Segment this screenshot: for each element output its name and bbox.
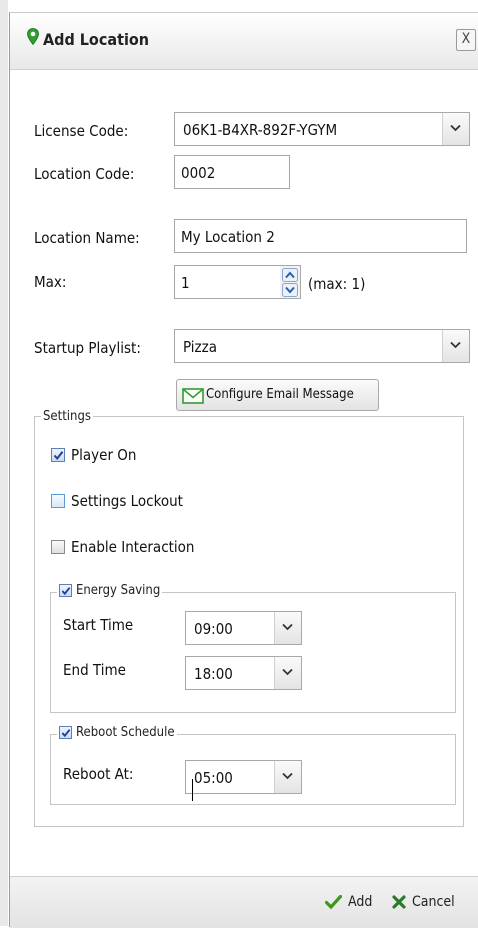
add-button[interactable]: Add bbox=[325, 894, 372, 910]
settings-legend: Settings bbox=[43, 409, 91, 424]
location-name-label: Location Name: bbox=[34, 229, 140, 247]
start-time-combo[interactable]: 09:00 bbox=[185, 611, 302, 645]
spinner-down-icon[interactable] bbox=[282, 283, 298, 297]
startup-playlist-label: Startup Playlist: bbox=[34, 339, 141, 357]
chevron-down-icon[interactable] bbox=[442, 113, 469, 145]
max-label: Max: bbox=[34, 273, 67, 291]
start-time-value: 09:00 bbox=[194, 620, 233, 638]
checkbox-checked-icon[interactable] bbox=[51, 448, 65, 462]
location-code-input[interactable]: 0002 bbox=[174, 155, 290, 189]
license-code-value: 06K1-B4XR-892F-YGYM bbox=[183, 121, 338, 139]
reboot-at-value: 05:00 bbox=[194, 769, 233, 787]
license-code-combo[interactable]: 06K1-B4XR-892F-YGYM bbox=[174, 112, 470, 146]
end-time-value: 18:00 bbox=[194, 665, 233, 683]
configure-email-button[interactable]: Configure Email Message bbox=[176, 379, 379, 411]
max-spinner-input[interactable]: 1 bbox=[174, 265, 301, 299]
location-code-label: Location Code: bbox=[34, 165, 135, 183]
max-value: 1 bbox=[181, 274, 190, 292]
player-on-label: Player On bbox=[71, 446, 137, 464]
energy-saving-label: Energy Saving bbox=[76, 583, 161, 598]
startup-playlist-value: Pizza bbox=[183, 338, 217, 356]
energy-saving-legend[interactable]: Energy Saving bbox=[57, 583, 162, 601]
energy-saving-checkbox[interactable] bbox=[59, 584, 72, 597]
spinner-up-icon[interactable] bbox=[282, 268, 298, 282]
x-icon bbox=[392, 895, 406, 909]
add-location-dialog: Add Location X License Code: 06K1-B4XR-8… bbox=[9, 12, 478, 928]
chevron-down-icon[interactable] bbox=[274, 761, 301, 793]
location-name-value: My Location 2 bbox=[181, 228, 275, 246]
end-time-combo[interactable]: 18:00 bbox=[185, 656, 302, 690]
cancel-label: Cancel bbox=[412, 894, 455, 910]
settings-lockout-label: Settings Lockout bbox=[71, 492, 183, 510]
energy-saving-fieldset: Energy Saving bbox=[50, 583, 456, 713]
reboot-schedule-legend[interactable]: Reboot Schedule bbox=[57, 725, 177, 743]
reboot-at-label: Reboot At: bbox=[63, 765, 134, 783]
reboot-schedule-label: Reboot Schedule bbox=[76, 725, 175, 740]
license-code-label: License Code: bbox=[34, 122, 129, 140]
location-name-input[interactable]: My Location 2 bbox=[174, 219, 467, 253]
chevron-down-icon[interactable] bbox=[274, 612, 301, 644]
chevron-down-icon[interactable] bbox=[274, 657, 301, 689]
startup-playlist-combo[interactable]: Pizza bbox=[174, 329, 470, 363]
close-button[interactable]: X bbox=[456, 29, 476, 51]
configure-email-label: Configure Email Message bbox=[206, 387, 354, 402]
dialog-titlebar[interactable]: Add Location X bbox=[10, 13, 478, 70]
location-pin-icon bbox=[27, 28, 39, 49]
checkbox-unchecked-icon[interactable] bbox=[51, 540, 65, 554]
location-code-value: 0002 bbox=[181, 164, 216, 182]
checkbox-unchecked-icon[interactable] bbox=[51, 494, 65, 508]
max-note: (max: 1) bbox=[308, 275, 366, 293]
end-time-label: End Time bbox=[63, 661, 126, 679]
reboot-schedule-checkbox[interactable] bbox=[59, 726, 72, 739]
background-strip bbox=[0, 0, 8, 926]
text-cursor bbox=[192, 779, 193, 801]
chevron-down-icon[interactable] bbox=[442, 330, 469, 362]
player-on-checkbox[interactable]: Player On bbox=[51, 446, 136, 464]
cancel-button[interactable]: Cancel bbox=[392, 894, 455, 910]
reboot-at-combo[interactable]: 05:00 bbox=[185, 760, 302, 794]
enable-interaction-label: Enable Interaction bbox=[71, 538, 195, 556]
add-label: Add bbox=[348, 894, 373, 910]
dialog-footer: Add Cancel bbox=[10, 876, 478, 928]
dialog-title: Add Location bbox=[43, 30, 150, 49]
max-spinner[interactable] bbox=[280, 266, 300, 298]
start-time-label: Start Time bbox=[63, 616, 134, 634]
envelope-icon bbox=[182, 388, 204, 408]
enable-interaction-checkbox[interactable]: Enable Interaction bbox=[51, 538, 194, 556]
checkmark-icon bbox=[325, 895, 342, 909]
settings-lockout-checkbox[interactable]: Settings Lockout bbox=[51, 492, 183, 510]
